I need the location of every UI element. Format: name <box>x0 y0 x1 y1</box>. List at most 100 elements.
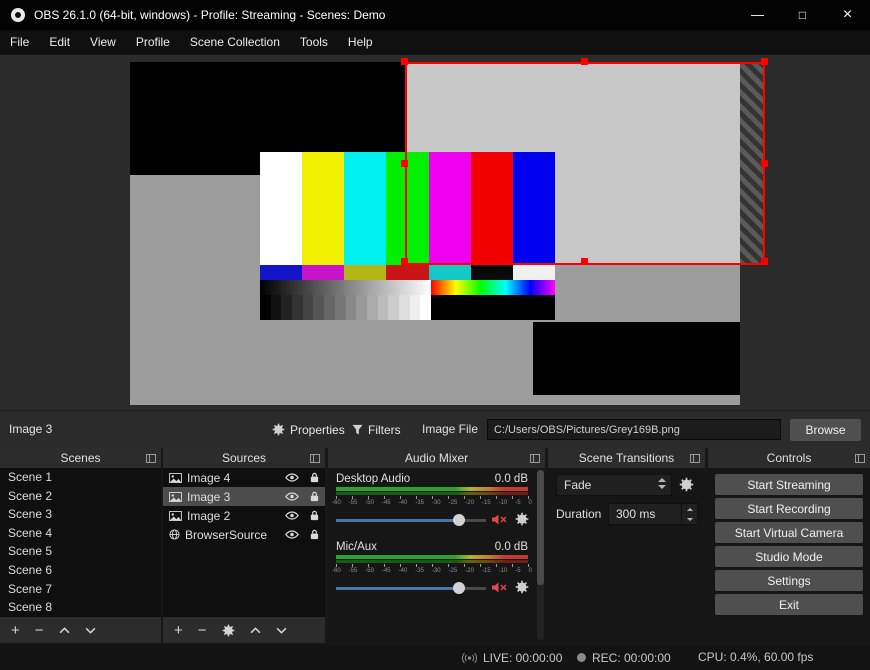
menu-scene-collection[interactable]: Scene Collection <box>180 30 290 55</box>
duration-spinbox[interactable]: 300 ms <box>608 503 698 525</box>
studio-mode-button[interactable]: Studio Mode <box>715 546 863 567</box>
remove-scene-button[interactable]: − <box>35 623 44 638</box>
scene-item[interactable]: Scene 2 <box>0 487 161 506</box>
scene-item[interactable]: Scene 3 <box>0 505 161 524</box>
filters-button[interactable]: Filters <box>352 411 401 448</box>
start-streaming-button[interactable]: Start Streaming <box>715 474 863 495</box>
transition-select[interactable]: Fade <box>556 474 672 496</box>
selection-handle-mid-right[interactable] <box>761 160 768 167</box>
broadcast-icon <box>462 652 477 664</box>
image-source-icon <box>169 510 182 521</box>
start-virtual-camera-button[interactable]: Start Virtual Camera <box>715 522 863 543</box>
close-button[interactable]: × <box>825 0 870 30</box>
settings-button[interactable]: Settings <box>715 570 863 591</box>
source-row-selected[interactable]: Image 3 <box>163 487 325 506</box>
source-name: BrowserSource <box>185 527 268 542</box>
slider-handle[interactable] <box>453 514 465 526</box>
obs-window: OBS 26.1.0 (64-bit, windows) - Profile: … <box>0 0 870 670</box>
sources-toolbar: + − <box>163 617 325 643</box>
mute-icon[interactable] <box>491 582 507 593</box>
sources-dock-header[interactable]: Sources <box>163 448 325 468</box>
menu-bar: File Edit View Profile Scene Collection … <box>0 30 870 55</box>
channel-db-value: 0.0 dB <box>494 541 528 553</box>
source-name: Image 2 <box>187 508 231 523</box>
image-source-icon <box>169 472 182 483</box>
dock-panel-icon <box>310 454 320 463</box>
spin-down-button[interactable] <box>682 514 697 524</box>
scene-item[interactable]: Scene 4 <box>0 524 161 543</box>
scene-item[interactable]: Scene 8 <box>0 598 161 617</box>
selection-handle-bottom-left[interactable] <box>401 258 408 265</box>
scene-item[interactable]: Scene 5 <box>0 542 161 561</box>
eye-icon[interactable] <box>281 511 303 520</box>
selection-handle-mid-left[interactable] <box>401 160 408 167</box>
remove-source-button[interactable]: − <box>198 623 207 638</box>
source-properties-icon[interactable] <box>222 624 235 637</box>
lock-icon[interactable] <box>303 472 325 483</box>
source-down-button[interactable] <box>276 627 287 634</box>
scene-item[interactable]: Scene 7 <box>0 580 161 599</box>
transition-gear-icon[interactable] <box>679 477 694 492</box>
menu-view[interactable]: View <box>80 30 126 55</box>
selection-handle-bottom-mid[interactable] <box>581 258 588 265</box>
exit-button[interactable]: Exit <box>715 594 863 615</box>
rec-time: REC: 00:00:00 <box>592 650 671 665</box>
image-file-label: Image File <box>422 422 479 436</box>
mixer-channel-mic-aux: Mic/Aux 0.0 dB -60 -55 -50 -45 -40 -35 -30 -25-… <box>332 541 532 607</box>
slider-handle[interactable] <box>453 582 465 594</box>
meter-ticks <box>336 496 529 499</box>
lock-icon[interactable] <box>303 510 325 521</box>
controls-dock-header[interactable]: Controls <box>708 448 870 468</box>
selection-handle-top-left[interactable] <box>401 58 408 65</box>
mixer-dock-header[interactable]: Audio Mixer <box>328 448 545 468</box>
context-bar: Image 3 Properties Filters Image File Br… <box>0 410 870 448</box>
lock-icon[interactable] <box>303 491 325 502</box>
lock-icon[interactable] <box>303 529 325 540</box>
colorbars-main <box>260 152 555 265</box>
maximize-button[interactable]: □ <box>780 0 825 30</box>
mute-icon[interactable] <box>491 514 507 525</box>
eye-icon[interactable] <box>281 530 303 539</box>
transitions-dock-header[interactable]: Scene Transitions <box>548 448 705 468</box>
filter-icon <box>352 424 363 435</box>
colorbars-source[interactable] <box>260 152 555 320</box>
volume-slider[interactable] <box>336 581 486 595</box>
add-scene-button[interactable]: + <box>11 623 20 638</box>
spin-up-button[interactable] <box>682 504 697 514</box>
menu-edit[interactable]: Edit <box>39 30 80 55</box>
scrollbar-thumb[interactable] <box>537 470 544 585</box>
selection-handle-top-right[interactable] <box>761 58 768 65</box>
mixer-scrollbar[interactable] <box>537 470 544 640</box>
selection-handle-bottom-right[interactable] <box>761 258 768 265</box>
volume-slider[interactable] <box>336 513 486 527</box>
source-row[interactable]: BrowserSource <box>163 525 325 544</box>
scenes-dock-header[interactable]: Scenes <box>0 448 161 468</box>
minimize-button[interactable]: — <box>735 0 780 30</box>
eye-icon[interactable] <box>281 492 303 501</box>
source-row[interactable]: Image 2 <box>163 506 325 525</box>
start-recording-button[interactable]: Start Recording <box>715 498 863 519</box>
browse-button[interactable]: Browse <box>790 419 861 441</box>
eye-icon[interactable] <box>281 473 303 482</box>
channel-gear-icon[interactable] <box>515 512 529 526</box>
scene-item[interactable]: Scene 6 <box>0 561 161 580</box>
properties-button[interactable]: Properties <box>272 411 345 448</box>
channel-gear-icon[interactable] <box>515 580 529 594</box>
volume-meter <box>336 555 528 559</box>
record-dot-icon <box>577 653 586 662</box>
scenes-dock-title: Scenes <box>60 451 101 465</box>
window-title: OBS 26.1.0 (64-bit, windows) - Profile: … <box>34 8 386 22</box>
scene-up-button[interactable] <box>59 626 70 634</box>
add-source-button[interactable]: + <box>174 623 183 638</box>
scene-down-button[interactable] <box>85 627 96 634</box>
db-scale: -60 -55 -50 -45 -40 -35 -30 -25 -20 -15 -10 -5 0 <box>332 500 532 506</box>
menu-profile[interactable]: Profile <box>126 30 180 55</box>
selection-handle-top-mid[interactable] <box>581 58 588 65</box>
menu-tools[interactable]: Tools <box>290 30 338 55</box>
scene-item[interactable]: Scene 1 <box>0 468 161 487</box>
source-row[interactable]: Image 4 <box>163 468 325 487</box>
source-up-button[interactable] <box>250 626 261 634</box>
menu-help[interactable]: Help <box>338 30 383 55</box>
image-file-input[interactable] <box>487 419 781 440</box>
menu-file[interactable]: File <box>0 30 39 55</box>
